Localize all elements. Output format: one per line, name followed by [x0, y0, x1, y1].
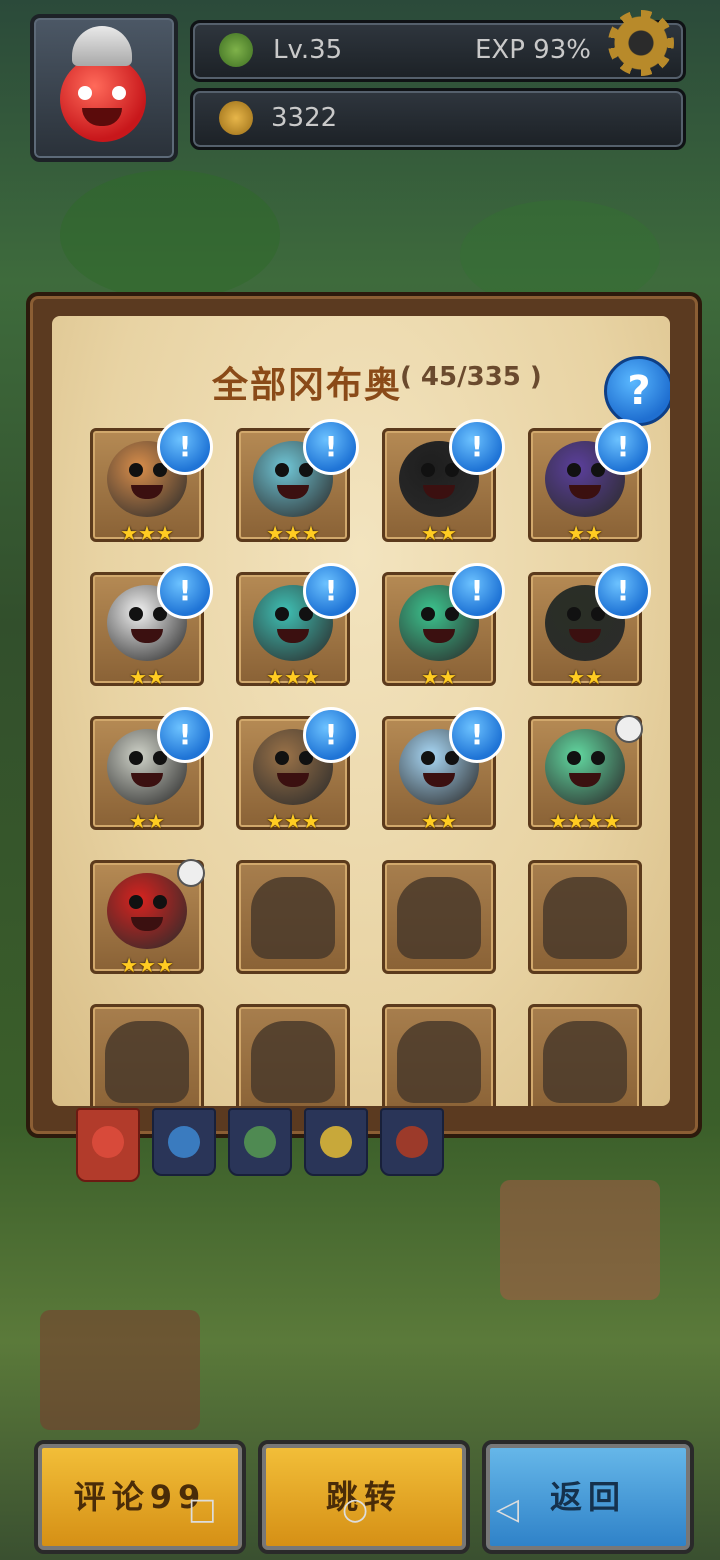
- new-alert-icon: !: [157, 563, 213, 619]
- monster-card[interactable]: ★★!: [382, 563, 505, 689]
- monster-card[interactable]: ★★!: [528, 419, 651, 545]
- monster-card[interactable]: ★★!: [90, 563, 213, 689]
- star-rating: ★★: [567, 521, 603, 545]
- monster-silhouette: [543, 1021, 627, 1103]
- star-rating: ★★★: [120, 953, 174, 977]
- monster-card[interactable]: ★★★★: [528, 715, 643, 833]
- monster-card[interactable]: ★★★!: [90, 419, 213, 545]
- star-rating: ★★★: [266, 521, 320, 545]
- locked-monster-card[interactable]: [382, 1004, 496, 1106]
- monster-card[interactable]: ★★!: [382, 419, 505, 545]
- locked-monster-card[interactable]: [236, 1004, 350, 1106]
- star-rating: ★★: [567, 665, 603, 689]
- all-monsters-icon: [92, 1126, 124, 1158]
- tab-yellow[interactable]: [304, 1108, 368, 1176]
- gear-icon[interactable]: [608, 10, 674, 76]
- star-rating: ★★: [129, 809, 165, 833]
- panel-title: 全部冈布奥: [212, 365, 403, 406]
- star-rating: ★★: [421, 809, 457, 833]
- monster-card[interactable]: ★★★!: [236, 419, 359, 545]
- gold-value: 3322: [271, 103, 338, 133]
- collection-panel: 全部冈布奥 ( 45/335 ) ? ★★★! ★★★! ★★! ★★! ★★! ★★★!…: [26, 292, 702, 1138]
- helmet-icon: [72, 26, 132, 66]
- monster-card[interactable]: ★★★!: [236, 707, 359, 833]
- star-rating: ★★★: [120, 521, 174, 545]
- tab-green[interactable]: [228, 1108, 292, 1176]
- status-dot-icon: [177, 859, 205, 887]
- locked-monster-card[interactable]: [382, 860, 496, 974]
- new-alert-icon: !: [449, 563, 505, 619]
- monster-card[interactable]: ★★★: [90, 859, 205, 977]
- new-alert-icon: !: [449, 707, 505, 763]
- village-house: [40, 1310, 200, 1430]
- collection-count: ( 45/335 ): [400, 362, 542, 392]
- monster-card[interactable]: ★★!: [90, 707, 213, 833]
- locked-monster-card[interactable]: [236, 860, 350, 974]
- status-dot-icon: [615, 715, 643, 743]
- star-rating: ★★★: [266, 665, 320, 689]
- star-rating: ★★★★: [549, 809, 621, 833]
- level-label: Lv.35: [273, 35, 343, 65]
- monster-card[interactable]: ★★!: [528, 563, 651, 689]
- monster-silhouette: [543, 877, 627, 959]
- monster-card[interactable]: ★★!: [382, 707, 505, 833]
- new-alert-icon: !: [157, 419, 213, 475]
- monster-portrait: [545, 729, 625, 805]
- monster-card[interactable]: ★★★!: [236, 563, 359, 689]
- village-house: [500, 1180, 660, 1300]
- star-rating: ★★: [421, 665, 457, 689]
- locked-monster-card[interactable]: [528, 1004, 642, 1106]
- monster-silhouette: [397, 877, 481, 959]
- new-alert-icon: !: [303, 563, 359, 619]
- monster-silhouette: [251, 1021, 335, 1103]
- green-monster-icon: [244, 1126, 276, 1158]
- tab-all[interactable]: [76, 1108, 140, 1182]
- tab-red[interactable]: [380, 1108, 444, 1176]
- help-button[interactable]: ?: [604, 356, 670, 426]
- star-rating: ★★★: [266, 809, 320, 833]
- new-alert-icon: !: [303, 419, 359, 475]
- exp-label: EXP 93%: [475, 35, 591, 65]
- nav-square-icon[interactable]: □: [188, 1492, 216, 1527]
- locked-monster-card[interactable]: [528, 860, 642, 974]
- player-avatar[interactable]: [30, 14, 178, 162]
- star-rating: ★★: [421, 521, 457, 545]
- red-monster-icon: [396, 1126, 428, 1158]
- new-alert-icon: !: [595, 563, 651, 619]
- clover-icon: [219, 33, 253, 67]
- collection-paper: 全部冈布奥 ( 45/335 ) ? ★★★! ★★★! ★★! ★★! ★★! ★★★!…: [52, 316, 670, 1106]
- beanstalk-leaf: [60, 170, 280, 300]
- yellow-monster-icon: [320, 1126, 352, 1158]
- new-alert-icon: !: [595, 419, 651, 475]
- new-alert-icon: !: [157, 707, 213, 763]
- tab-blue[interactable]: [152, 1108, 216, 1176]
- nav-back-icon[interactable]: ◁: [496, 1492, 519, 1527]
- gold-bar: 3322: [190, 88, 686, 150]
- blue-monster-icon: [168, 1126, 200, 1158]
- new-alert-icon: !: [303, 707, 359, 763]
- monster-silhouette: [105, 1021, 189, 1103]
- new-alert-icon: !: [449, 419, 505, 475]
- nav-circle-icon[interactable]: ○: [342, 1492, 368, 1527]
- monster-portrait: [107, 873, 187, 949]
- monster-silhouette: [251, 877, 335, 959]
- star-rating: ★★: [129, 665, 165, 689]
- avatar-face: [60, 56, 146, 142]
- monster-silhouette: [397, 1021, 481, 1103]
- gold-pouch-icon: [219, 101, 253, 135]
- locked-monster-card[interactable]: [90, 1004, 204, 1106]
